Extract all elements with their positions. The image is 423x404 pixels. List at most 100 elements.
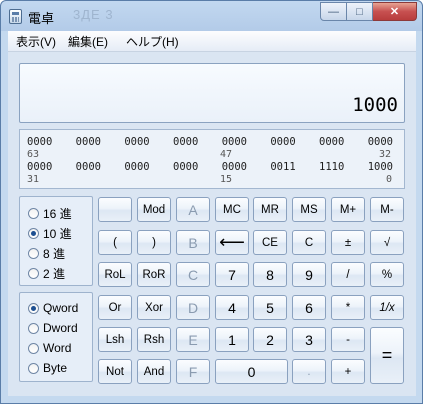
bit-group: 0000 <box>221 161 247 173</box>
divide-button[interactable]: / <box>331 262 365 287</box>
radio-bin[interactable]: 2 進 <box>28 265 65 281</box>
radio-dword[interactable]: Dword <box>28 320 78 336</box>
menu-help[interactable]: ヘルプ(H) <box>126 33 179 50</box>
equals-button[interactable]: = <box>370 327 404 384</box>
bit-group: 0000 <box>75 136 101 148</box>
radio-dot-selected[interactable] <box>28 227 39 239</box>
bit-group: 0000 <box>367 136 393 148</box>
decimal-button[interactable]: . <box>292 359 326 384</box>
rotate-left-button[interactable]: RoL <box>98 262 132 287</box>
memory-clear-button[interactable]: MC <box>215 197 249 222</box>
digit-3-button[interactable]: 3 <box>292 327 326 352</box>
digit-1-button[interactable]: 1 <box>215 327 249 352</box>
clear-button[interactable]: C <box>292 230 326 255</box>
bit-group: 0000 <box>124 136 150 148</box>
left-shift-button[interactable]: Lsh <box>98 327 132 352</box>
bit-row-high: 0000 0000 0000 0000 0000 0000 0000 0000 <box>27 136 393 148</box>
digit-2-button[interactable]: 2 <box>253 327 287 352</box>
bit-index: 0 <box>386 174 393 185</box>
memory-store-button[interactable]: MS <box>292 197 326 222</box>
radio-dot[interactable] <box>28 322 39 334</box>
hex-f-button[interactable]: F <box>176 359 210 384</box>
blank-button[interactable] <box>98 197 132 222</box>
radio-oct[interactable]: 8 進 <box>28 245 65 261</box>
radio-label: Word <box>43 341 72 355</box>
radio-dec[interactable]: 10 進 <box>28 225 72 241</box>
digit-8-button[interactable]: 8 <box>253 262 287 287</box>
radio-dot[interactable] <box>28 342 39 354</box>
radio-byte[interactable]: Byte <box>28 360 67 376</box>
memory-subtract-button[interactable]: M- <box>370 197 404 222</box>
add-button[interactable]: + <box>331 359 365 384</box>
radio-label: 8 進 <box>43 246 66 261</box>
bit-group: 1000 <box>367 161 393 173</box>
bit-display: 0000 0000 0000 0000 0000 0000 0000 0000 … <box>19 129 405 189</box>
radio-label: Byte <box>43 361 68 375</box>
backspace-button[interactable]: ⟵ <box>215 230 249 255</box>
memory-recall-button[interactable]: MR <box>253 197 287 222</box>
and-button[interactable]: And <box>137 359 171 384</box>
sqrt-button[interactable]: √ <box>370 230 404 255</box>
radio-dot[interactable] <box>28 247 39 259</box>
radio-dot-selected[interactable] <box>28 302 39 314</box>
calculator-icon <box>9 9 22 24</box>
hex-a-button[interactable]: A <box>176 197 210 222</box>
mod-button[interactable]: Mod <box>137 197 171 222</box>
radio-label: Dword <box>43 321 78 335</box>
hex-c-button[interactable]: C <box>176 262 210 287</box>
radio-label: 10 進 <box>43 226 72 241</box>
maximize-button[interactable]: □ <box>347 2 373 21</box>
radio-label: Qword <box>43 301 79 315</box>
background-title-text: 3ДE 3 <box>73 7 114 22</box>
bit-index: 63 <box>27 149 40 160</box>
digit-4-button[interactable]: 4 <box>215 295 249 320</box>
radio-dot[interactable] <box>28 362 39 374</box>
subtract-button[interactable]: - <box>331 327 365 352</box>
rotate-right-button[interactable]: RoR <box>137 262 171 287</box>
radio-hex[interactable]: 16 進 <box>28 205 72 221</box>
digit-5-button[interactable]: 5 <box>253 295 287 320</box>
percent-button[interactable]: % <box>370 262 404 287</box>
hex-b-button[interactable]: B <box>176 230 210 255</box>
close-paren-button[interactable]: ) <box>137 230 171 255</box>
bit-group: 0000 <box>173 136 199 148</box>
negate-button[interactable]: ± <box>331 230 365 255</box>
bit-index: 15 <box>220 174 233 185</box>
hex-d-button[interactable]: D <box>176 295 210 320</box>
digit-6-button[interactable]: 6 <box>292 295 326 320</box>
bit-group: 0000 <box>75 161 101 173</box>
reciprocal-button[interactable]: 1/x <box>370 295 404 320</box>
radio-dot[interactable] <box>28 207 39 219</box>
menu-view[interactable]: 表示(V) <box>16 33 56 50</box>
open-paren-button[interactable]: ( <box>98 230 132 255</box>
radio-qword[interactable]: Qword <box>28 300 78 316</box>
close-button[interactable]: ✕ <box>373 2 417 21</box>
radio-dot[interactable] <box>28 267 39 279</box>
digit-9-button[interactable]: 9 <box>292 262 326 287</box>
bit-group: 0000 <box>270 136 296 148</box>
title-bar[interactable]: 電卓 3ДE 3 — □ ✕ <box>1 1 422 31</box>
menu-edit[interactable]: 編集(E) <box>68 33 108 50</box>
calculator-window: 電卓 3ДE 3 — □ ✕ 表示(V) 編集(E) ヘルプ(H) 1000 0… <box>0 0 423 404</box>
result-display: 1000 <box>19 63 405 123</box>
memory-add-button[interactable]: M+ <box>331 197 365 222</box>
right-shift-button[interactable]: Rsh <box>137 327 171 352</box>
bit-group: 0000 <box>319 136 345 148</box>
bit-index: 47 <box>220 149 233 160</box>
bit-group: 0000 <box>221 136 247 148</box>
hex-e-button[interactable]: E <box>176 327 210 352</box>
display-value: 1000 <box>352 94 398 116</box>
or-button[interactable]: Or <box>98 295 132 320</box>
not-button[interactable]: Not <box>98 359 132 384</box>
clear-entry-button[interactable]: CE <box>253 230 287 255</box>
xor-button[interactable]: Xor <box>137 295 171 320</box>
minimize-button[interactable]: — <box>320 2 347 21</box>
digit-0-button[interactable]: 0 <box>215 359 288 384</box>
menu-bar: 表示(V) 編集(E) ヘルプ(H) <box>8 31 416 52</box>
word-size-group: Qword Dword Word Byte <box>19 292 93 382</box>
multiply-button[interactable]: * <box>331 295 365 320</box>
radio-word[interactable]: Word <box>28 340 71 356</box>
number-base-group: 16 進 10 進 8 進 2 進 <box>19 196 93 286</box>
digit-7-button[interactable]: 7 <box>215 262 249 287</box>
bit-index: 32 <box>379 149 392 160</box>
